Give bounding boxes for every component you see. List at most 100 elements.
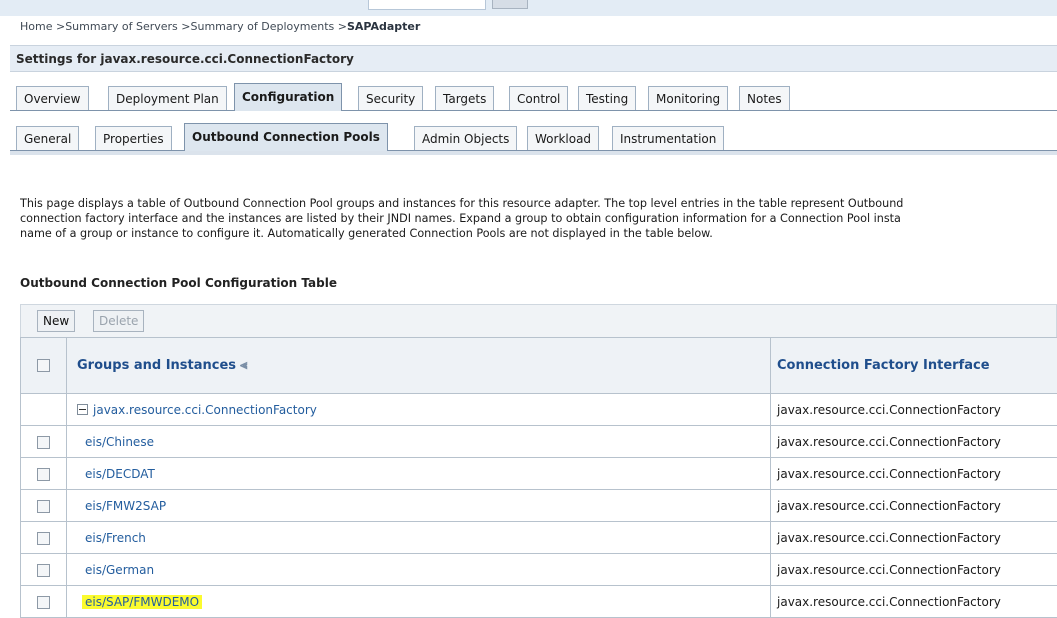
top-toolbar-strip xyxy=(0,0,1057,16)
instance-name-cell: eis/German xyxy=(67,554,771,586)
table-row: eis/French javax.resource.cci.Connection… xyxy=(21,522,1057,554)
description-line: connection factory interface and the ins… xyxy=(20,211,1050,226)
table-row: eis/FMW2SAP javax.resource.cci.Connectio… xyxy=(21,490,1057,522)
instance-link-highlighted[interactable]: eis/SAP/FMWDEMO xyxy=(82,595,202,609)
settings-header: Settings for javax.resource.cci.Connecti… xyxy=(10,45,1057,72)
breadcrumb: Home >Summary of Servers >Summary of Dep… xyxy=(20,20,420,33)
row-select-cell xyxy=(21,554,67,586)
tab-label: Testing xyxy=(586,92,628,106)
tab-outbound-connection-pools[interactable]: Outbound Connection Pools xyxy=(184,123,388,151)
table-header-row: Groups and Instances ⫷ Connection Factory… xyxy=(21,338,1057,394)
table-group-row: javax.resource.cci.ConnectionFactory jav… xyxy=(21,394,1057,426)
breadcrumb-separator: > xyxy=(334,20,347,33)
column-header-label: Connection Factory Interface xyxy=(777,358,990,373)
tab-security[interactable]: Security xyxy=(358,86,423,110)
search-button[interactable] xyxy=(492,0,528,9)
tab-overview[interactable]: Overview xyxy=(16,86,89,110)
row-checkbox[interactable] xyxy=(37,468,50,481)
row-checkbox[interactable] xyxy=(37,500,50,513)
interface-cell: javax.resource.cci.ConnectionFactory xyxy=(771,490,1057,522)
description-line: name of a group or instance to configure… xyxy=(20,226,1050,241)
breadcrumb-separator: > xyxy=(52,20,65,33)
new-button[interactable]: New xyxy=(37,310,75,332)
select-all-checkbox[interactable] xyxy=(37,359,50,372)
tab-control[interactable]: Control xyxy=(509,86,568,110)
row-checkbox[interactable] xyxy=(37,564,50,577)
column-header-interface[interactable]: Connection Factory Interface xyxy=(771,338,1057,394)
instance-link[interactable]: eis/FMW2SAP xyxy=(85,499,166,513)
breadcrumb-summary-of-deployments[interactable]: Summary of Deployments xyxy=(190,20,334,33)
page-description: This page displays a table of Outbound C… xyxy=(20,196,1050,241)
table-toolbar: New Delete xyxy=(20,304,1057,338)
select-all-cell xyxy=(21,338,67,394)
description-line: This page displays a table of Outbound C… xyxy=(20,196,1050,211)
tab-label: Security xyxy=(366,92,415,106)
interface-cell: javax.resource.cci.ConnectionFactory xyxy=(771,458,1057,490)
connection-pool-table: Groups and Instances ⫷ Connection Factory… xyxy=(20,337,1057,618)
instance-link[interactable]: eis/Chinese xyxy=(85,435,154,449)
search-input[interactable] xyxy=(368,0,486,10)
breadcrumb-separator: > xyxy=(178,20,191,33)
tab-label: Admin Objects xyxy=(422,132,509,146)
instance-link[interactable]: eis/DECDAT xyxy=(85,467,155,481)
instance-link[interactable]: eis/German xyxy=(85,563,154,577)
tab-configuration[interactable]: Configuration xyxy=(234,83,342,111)
tab-label: Deployment Plan xyxy=(116,92,219,106)
row-checkbox[interactable] xyxy=(37,596,50,609)
row-select-cell xyxy=(21,522,67,554)
tab-label: Monitoring xyxy=(656,92,720,106)
tab-label: Targets xyxy=(443,92,486,106)
tab-general[interactable]: General xyxy=(16,126,79,150)
instance-name-cell: eis/DECDAT xyxy=(67,458,771,490)
delete-button[interactable]: Delete xyxy=(93,310,144,332)
row-checkbox[interactable] xyxy=(37,436,50,449)
tab-notes[interactable]: Notes xyxy=(739,86,790,110)
tab-label: General xyxy=(24,132,71,146)
tab-bar-divider xyxy=(10,110,1057,111)
table-row: eis/Chinese javax.resource.cci.Connectio… xyxy=(21,426,1057,458)
group-link[interactable]: javax.resource.cci.ConnectionFactory xyxy=(93,403,317,417)
tab-testing[interactable]: Testing xyxy=(578,86,636,110)
instance-name-cell: eis/FMW2SAP xyxy=(67,490,771,522)
tab-admin-objects[interactable]: Admin Objects xyxy=(414,126,517,150)
column-header-label: Groups and Instances xyxy=(77,358,236,373)
tab-targets[interactable]: Targets xyxy=(435,86,494,110)
table-row: eis/German javax.resource.cci.Connection… xyxy=(21,554,1057,586)
tab-label: Control xyxy=(517,92,560,106)
tab-label: Configuration xyxy=(242,90,334,104)
instance-name-cell: eis/French xyxy=(67,522,771,554)
instance-link[interactable]: eis/French xyxy=(85,531,146,545)
tab-workload[interactable]: Workload xyxy=(527,126,599,150)
interface-cell: javax.resource.cci.ConnectionFactory xyxy=(771,522,1057,554)
breadcrumb-home[interactable]: Home xyxy=(20,20,52,33)
group-name-cell: javax.resource.cci.ConnectionFactory xyxy=(67,394,771,426)
table-row: eis/DECDAT javax.resource.cci.Connection… xyxy=(21,458,1057,490)
tab-monitoring[interactable]: Monitoring xyxy=(648,86,728,110)
sort-ascending-icon[interactable]: ⫷ xyxy=(240,358,247,373)
tab-properties[interactable]: Properties xyxy=(95,126,172,150)
tab-deployment-plan[interactable]: Deployment Plan xyxy=(108,86,227,110)
collapse-icon[interactable] xyxy=(77,404,88,415)
tab-label: Properties xyxy=(103,132,164,146)
tab-label: Workload xyxy=(535,132,591,146)
interface-cell: javax.resource.cci.ConnectionFactory xyxy=(771,426,1057,458)
tab-instrumentation[interactable]: Instrumentation xyxy=(612,126,724,150)
tab-label: Instrumentation xyxy=(620,132,716,146)
row-select-cell xyxy=(21,458,67,490)
interface-cell: javax.resource.cci.ConnectionFactory xyxy=(771,554,1057,586)
page-title: Settings for javax.resource.cci.Connecti… xyxy=(16,52,354,66)
interface-cell: javax.resource.cci.ConnectionFactory xyxy=(771,394,1057,426)
row-select-cell xyxy=(21,490,67,522)
tab-bar-divider xyxy=(10,150,1057,151)
main-tab-bar: Overview Deployment Plan Configuration S… xyxy=(10,82,1057,112)
sub-tab-underbar xyxy=(10,151,1057,155)
instance-name-cell: eis/Chinese xyxy=(67,426,771,458)
tab-label: Notes xyxy=(747,92,782,106)
column-header-groups[interactable]: Groups and Instances ⫷ xyxy=(67,338,771,394)
breadcrumb-summary-of-servers[interactable]: Summary of Servers xyxy=(65,20,178,33)
tab-label: Overview xyxy=(24,92,81,106)
tab-label: Outbound Connection Pools xyxy=(192,130,380,144)
row-select-cell xyxy=(21,426,67,458)
empty-cell xyxy=(21,394,67,426)
row-checkbox[interactable] xyxy=(37,532,50,545)
